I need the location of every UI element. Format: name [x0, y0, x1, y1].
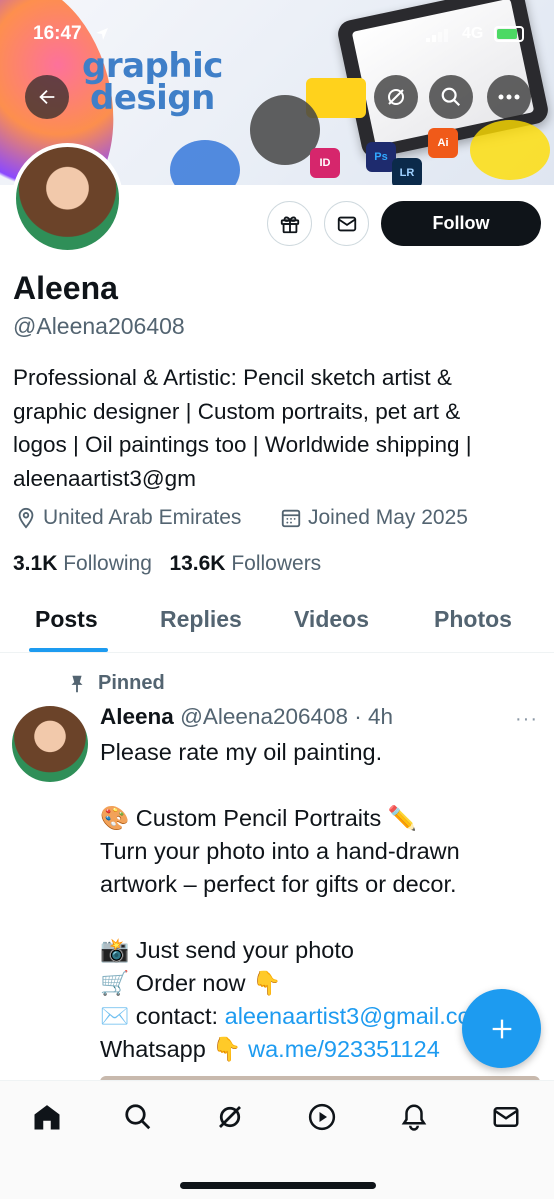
- grok-button[interactable]: [374, 75, 418, 119]
- banner-app-badge: Ai: [428, 128, 458, 158]
- profile-tabs: Posts Replies Videos Photos: [0, 596, 554, 653]
- contact-prefix: ✉️ contact:: [100, 1003, 225, 1029]
- status-time: 16:47: [33, 23, 82, 44]
- play-icon: [308, 1103, 336, 1131]
- banner-title-line2: design: [90, 78, 215, 118]
- mail-icon: [493, 1107, 519, 1127]
- compose-button[interactable]: [462, 989, 541, 1068]
- more-button[interactable]: [487, 75, 531, 119]
- bio-line: graphic designer | Custom portraits, pet…: [13, 398, 461, 424]
- contact-email-link[interactable]: aleenaartist3@gmail.com: [225, 1003, 491, 1029]
- tab-posts[interactable]: Posts: [35, 606, 98, 633]
- followers-count: 13.6K: [169, 552, 226, 575]
- post-header: Aleena @Aleena206408 · 4h: [100, 704, 393, 730]
- grok-icon: [219, 1106, 241, 1128]
- banner-app-badge: ID: [310, 148, 340, 178]
- post-line: [100, 769, 550, 802]
- bio-line: Professional & Artistic: Pencil sketch a…: [13, 365, 452, 390]
- back-button[interactable]: [25, 75, 69, 119]
- mail-icon: [337, 216, 356, 231]
- signal-icon: [426, 29, 448, 42]
- post-more-icon[interactable]: ···: [515, 708, 538, 731]
- home-indicator: [180, 1182, 376, 1189]
- profile-avatar[interactable]: [12, 143, 123, 254]
- profile-location: United Arab Emirates: [15, 506, 241, 530]
- pinned-indicator: Pinned: [66, 672, 165, 695]
- network-type: 4G: [462, 25, 484, 42]
- back-arrow-icon: [39, 89, 55, 105]
- profile-bio: Professional & Artistic: Pencil sketch a…: [13, 361, 543, 495]
- nav-search[interactable]: [118, 1097, 158, 1137]
- whatsapp-prefix: Whatsapp 👇: [100, 1036, 249, 1062]
- location-arrow-icon: [96, 28, 108, 40]
- following-link[interactable]: 3.1K Following: [13, 552, 152, 575]
- followers-link[interactable]: 13.6K Followers: [169, 552, 321, 575]
- tab-replies[interactable]: Replies: [160, 606, 242, 633]
- post-line: artwork – perfect for gifts or decor.: [100, 871, 457, 897]
- post-line: 🎨 Custom Pencil Portraits ✏️: [100, 805, 418, 831]
- post-line: [100, 901, 550, 934]
- search-icon: [441, 87, 461, 107]
- home-icon: [34, 1105, 60, 1130]
- nav-messages[interactable]: [486, 1097, 526, 1137]
- followers-label: Followers: [231, 552, 322, 575]
- post-line: Turn your photo into a hand-drawn: [100, 838, 460, 864]
- battery-icon: [494, 26, 524, 42]
- joined-text: Joined May 2025: [308, 506, 468, 529]
- profile-joined: Joined May 2025: [280, 506, 468, 530]
- bio-line: aleenaartist3@gm: [13, 465, 196, 491]
- nav-video[interactable]: [302, 1097, 342, 1137]
- banner-paint-blob: [470, 120, 550, 180]
- nav-notifications[interactable]: [394, 1097, 434, 1137]
- follow-button[interactable]: Follow: [381, 201, 541, 246]
- profile-name: Aleena: [13, 270, 118, 306]
- post-line: 📸 Just send your photo: [100, 937, 354, 963]
- post-line: Please rate my oil painting.: [100, 739, 383, 765]
- following-count: 3.1K: [13, 552, 58, 575]
- banner-app-badge: LR: [392, 158, 422, 185]
- grok-icon: [388, 89, 404, 105]
- following-label: Following: [63, 552, 152, 575]
- active-tab-indicator: [29, 648, 108, 652]
- calendar-icon: [281, 509, 301, 528]
- location-text: United Arab Emirates: [43, 506, 242, 529]
- search-icon: [125, 1104, 151, 1130]
- profile-handle: @Aleena206408: [13, 313, 185, 339]
- tab-photos[interactable]: Photos: [434, 606, 512, 633]
- more-icon: [498, 94, 520, 100]
- message-button[interactable]: [324, 201, 369, 246]
- plus-icon: [492, 1019, 511, 1038]
- pin-icon: [71, 675, 83, 692]
- post-author-name[interactable]: Aleena: [100, 704, 174, 729]
- bottom-nav: [0, 1080, 554, 1199]
- tab-videos[interactable]: Videos: [294, 606, 369, 633]
- banner-title: graphic design: [82, 49, 223, 118]
- post-author-avatar[interactable]: [12, 706, 88, 782]
- profile-stats: 3.1K Following 13.6K Followers: [13, 552, 321, 576]
- banner-paint-splash: [170, 140, 240, 185]
- bio-line: logos | Oil paintings too | Worldwide sh…: [13, 432, 472, 457]
- post-handle-time: @Aleena206408 · 4h: [180, 704, 394, 729]
- nav-grok[interactable]: [210, 1097, 250, 1137]
- pinned-label: Pinned: [98, 672, 165, 694]
- nav-home[interactable]: [27, 1097, 67, 1137]
- status-bar: 16:47 4G: [0, 0, 554, 56]
- whatsapp-link[interactable]: wa.me/923351124: [248, 1036, 440, 1062]
- bell-icon: [401, 1104, 427, 1131]
- search-button[interactable]: [429, 75, 473, 119]
- subscribe-gift-button[interactable]: [267, 201, 312, 246]
- location-pin-icon: [18, 507, 34, 529]
- gift-icon: [280, 216, 299, 233]
